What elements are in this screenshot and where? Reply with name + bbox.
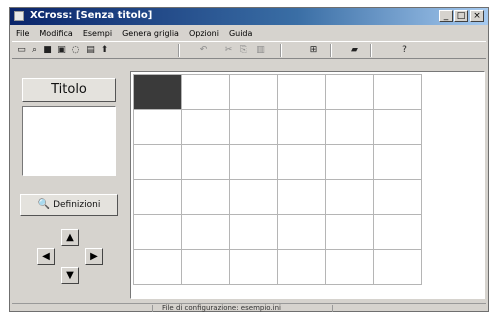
arrow-icon[interactable]: ⬆: [99, 45, 110, 55]
copy-icon[interactable]: ⎘: [238, 45, 249, 55]
grid-cell[interactable]: [325, 144, 374, 180]
grid-cell[interactable]: [325, 179, 374, 215]
grid-cell[interactable]: [325, 109, 374, 145]
grid-cell[interactable]: [325, 249, 374, 285]
menu-genera-griglia[interactable]: Genera griglia: [118, 27, 185, 40]
grid-cell[interactable]: [277, 214, 326, 250]
cut-icon[interactable]: ✂: [223, 45, 234, 55]
menu-bar: File Modifica Esempi Genera griglia Opzioni G…: [12, 27, 486, 40]
grid-cell[interactable]: [229, 249, 278, 285]
grid-cell[interactable]: [229, 179, 278, 215]
grid-row: [133, 179, 422, 215]
minimize-button[interactable]: _: [439, 10, 453, 22]
grid-cell[interactable]: [133, 249, 182, 285]
grid-cell[interactable]: [373, 214, 422, 250]
grid-cell[interactable]: [181, 74, 230, 110]
grid-row: [133, 214, 422, 250]
print-icon[interactable]: ▤: [85, 45, 96, 55]
arrow-down-button[interactable]: ▼: [61, 267, 79, 284]
grid-cell[interactable]: [373, 109, 422, 145]
view-icon[interactable]: ◌: [70, 45, 81, 55]
crossword-grid: [133, 74, 422, 285]
grid-cell[interactable]: [325, 74, 374, 110]
menu-esempi[interactable]: Esempi: [79, 27, 118, 40]
title-button[interactable]: Titolo: [22, 78, 116, 102]
grid-cell[interactable]: [277, 249, 326, 285]
grid-cell[interactable]: [277, 179, 326, 215]
grid-cell[interactable]: [373, 179, 422, 215]
grid-cell[interactable]: [181, 144, 230, 180]
grid-cell[interactable]: [181, 179, 230, 215]
arrow-left-button[interactable]: ◀: [37, 248, 55, 265]
status-divider: [332, 305, 333, 312]
arrow-right-button[interactable]: ▶: [85, 248, 103, 265]
grid-cell[interactable]: [325, 214, 374, 250]
title-text-box[interactable]: [22, 106, 116, 176]
magnifier-icon: 🔍: [37, 199, 51, 210]
window-title: XCross: [Senza titolo]: [30, 10, 153, 21]
help-icon[interactable]: ?: [399, 45, 410, 55]
close-button[interactable]: ×: [470, 10, 484, 22]
toolbar-separator: [178, 44, 180, 57]
grid-cell[interactable]: [373, 144, 422, 180]
crossword-grid-area: [130, 71, 485, 299]
grid-cell[interactable]: [277, 109, 326, 145]
grid-cell[interactable]: [229, 144, 278, 180]
grid-cell[interactable]: [229, 74, 278, 110]
grid-row: [133, 109, 422, 145]
grid-cell[interactable]: [133, 109, 182, 145]
save-icon[interactable]: ■: [42, 45, 53, 55]
toolbar-separator: [330, 44, 332, 57]
grid-row: [133, 74, 422, 110]
toolbar: ▭ ⌕ ■ ▣ ◌ ▤ ⬆ ↶ ✂ ⎘ ▥ ⊞ ▰ ?: [12, 41, 486, 59]
toolbar-separator: [280, 44, 282, 57]
grid-cell[interactable]: [133, 179, 182, 215]
app-icon: [14, 11, 24, 21]
menu-file[interactable]: File: [12, 27, 35, 40]
grid-row: [133, 144, 422, 180]
grid-cell[interactable]: [277, 144, 326, 180]
open-icon[interactable]: ⌕: [29, 45, 40, 55]
status-divider: [152, 305, 153, 312]
status-bar: File di configurazione: esempio.ini: [12, 303, 486, 313]
grid-cell[interactable]: [229, 109, 278, 145]
grid-cell[interactable]: [229, 214, 278, 250]
status-text: File di configurazione: esempio.ini: [162, 304, 281, 312]
toolbar-separator: [370, 44, 372, 57]
arrow-up-button[interactable]: ▲: [61, 229, 79, 246]
app-window: XCross: [Senza titolo] _ □ × File Modific…: [9, 7, 489, 312]
menu-guida[interactable]: Guida: [225, 27, 258, 40]
grid-icon[interactable]: ⊞: [308, 45, 319, 55]
menu-modifica[interactable]: Modifica: [35, 27, 78, 40]
grid-cell[interactable]: [181, 109, 230, 145]
grid-cell[interactable]: [373, 74, 422, 110]
definitions-label: Definizioni: [53, 200, 101, 210]
maximize-button[interactable]: □: [454, 10, 468, 22]
grid-cell[interactable]: [133, 74, 182, 110]
grid-cell[interactable]: [373, 249, 422, 285]
grid-row: [133, 249, 422, 285]
title-bar[interactable]: XCross: [Senza titolo] _ □ ×: [10, 8, 488, 25]
grid-cell[interactable]: [133, 214, 182, 250]
grid-cell[interactable]: [181, 249, 230, 285]
comment-icon[interactable]: ▰: [349, 45, 360, 55]
new-icon[interactable]: ▭: [16, 45, 27, 55]
grid-cell[interactable]: [181, 214, 230, 250]
save-as-icon[interactable]: ▣: [56, 45, 67, 55]
definitions-button[interactable]: 🔍 Definizioni: [20, 194, 118, 216]
menu-opzioni[interactable]: Opzioni: [185, 27, 225, 40]
grid-cell[interactable]: [277, 74, 326, 110]
undo-icon[interactable]: ↶: [198, 45, 209, 55]
paste-icon[interactable]: ▥: [255, 45, 266, 55]
grid-cell[interactable]: [133, 144, 182, 180]
